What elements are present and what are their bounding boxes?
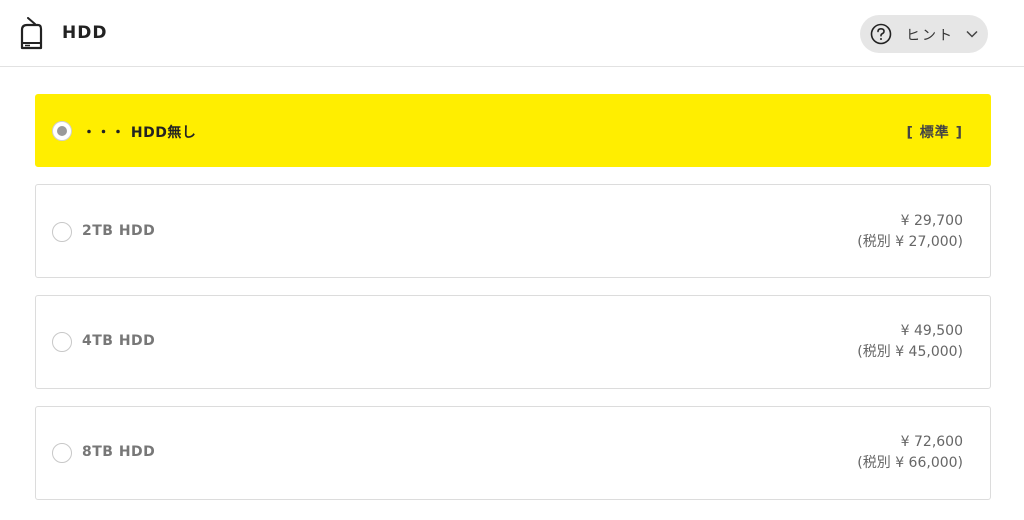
hint-label: ヒント — [906, 28, 954, 44]
price-block: ¥ 72,600 (税別 ¥ 66,000) — [857, 432, 963, 474]
price-incl-tax: ¥ 29,700 — [900, 213, 963, 229]
radio-button[interactable] — [52, 332, 72, 352]
price-incl-tax: ¥ 72,600 — [900, 434, 963, 450]
option-label: 8TB HDD — [82, 444, 156, 460]
radio-button[interactable] — [52, 121, 72, 141]
option-8tb-hdd[interactable]: 8TB HDD ¥ 72,600 (税別 ¥ 66,000) — [35, 406, 991, 500]
question-circle-icon — [870, 23, 892, 45]
option-no-hdd[interactable]: ・・・ HDD無し [ 標準 ] — [35, 94, 991, 167]
hint-button[interactable]: ヒント — [860, 15, 988, 53]
option-label: 2TB HDD — [82, 223, 156, 239]
radio-button[interactable] — [52, 443, 72, 463]
radio-selected-dot — [57, 126, 67, 136]
price-excl-tax: (税別 ¥ 66,000) — [857, 455, 963, 471]
standard-badge: [ 標準 ] — [906, 125, 963, 141]
section-header: HDD ヒント — [0, 0, 1024, 67]
price-block: ¥ 29,700 (税別 ¥ 27,000) — [857, 211, 963, 253]
price-block: ¥ 49,500 (税別 ¥ 45,000) — [857, 321, 963, 363]
price-excl-tax: (税別 ¥ 27,000) — [857, 234, 963, 250]
price-incl-tax: ¥ 49,500 — [900, 323, 963, 339]
radio-button[interactable] — [52, 222, 72, 242]
price-excl-tax: (税別 ¥ 45,000) — [857, 344, 963, 360]
option-label: ・・・ HDD無し — [82, 125, 197, 141]
page-title: HDD — [62, 23, 108, 43]
option-2tb-hdd[interactable]: 2TB HDD ¥ 29,700 (税別 ¥ 27,000) — [35, 184, 991, 278]
option-4tb-hdd[interactable]: 4TB HDD ¥ 49,500 (税別 ¥ 45,000) — [35, 295, 991, 389]
hdd-icon — [20, 17, 43, 50]
option-label: 4TB HDD — [82, 333, 156, 349]
chevron-down-icon — [966, 30, 978, 38]
